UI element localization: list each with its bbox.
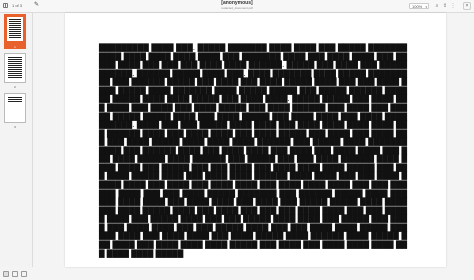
thumbnail-sidebar: 1 2 3 bbox=[0, 13, 33, 277]
document-subtitle: redacted_document.pdf bbox=[221, 6, 253, 10]
thumbnail-text-lines bbox=[8, 57, 22, 79]
thumbnail-view-button[interactable] bbox=[3, 271, 9, 277]
chevron-down-icon: ▾ bbox=[425, 5, 427, 9]
thumbnail-text-lines bbox=[8, 97, 22, 102]
zoom-select[interactable]: 100% ▾ bbox=[409, 3, 429, 9]
document-title-area: [anonymous] redacted_document.pdf bbox=[187, 1, 287, 11]
page-thumbnail-3[interactable] bbox=[4, 93, 26, 123]
redacted-body-text: █████████ ████ ███. █████ ███████ ████ █… bbox=[99, 43, 407, 258]
sidebar-view-controls bbox=[0, 267, 32, 280]
annotations-view-button[interactable] bbox=[21, 271, 27, 277]
pen-icon[interactable]: ✎ bbox=[34, 2, 39, 8]
close-icon[interactable]: × bbox=[463, 2, 471, 10]
scrollbar[interactable] bbox=[468, 13, 474, 267]
search-icon[interactable]: ⌕ bbox=[434, 3, 440, 9]
document-page: █████████ ████ ███. █████ ███████ ████ █… bbox=[65, 13, 446, 267]
thumbnail-label: 2 bbox=[14, 85, 16, 89]
outline-view-button[interactable] bbox=[12, 271, 18, 277]
share-icon[interactable]: ⇪ bbox=[442, 3, 448, 9]
thumbnail-label: 3 bbox=[14, 125, 16, 129]
page-indicator[interactable]: 1 of 3 bbox=[12, 4, 22, 8]
page-thumbnail-2[interactable] bbox=[4, 53, 26, 83]
zoom-value: 100% bbox=[412, 4, 423, 9]
thumbnail-text-lines bbox=[9, 19, 21, 39]
thumbnail-label: 1 bbox=[14, 45, 16, 49]
sidebar-toggle-button[interactable] bbox=[3, 3, 8, 8]
page-thumbnail-1[interactable] bbox=[4, 14, 26, 44]
more-icon[interactable]: ⋮ bbox=[450, 3, 456, 9]
toolbar: 1 of 3 ✎ [anonymous] redacted_document.p… bbox=[0, 0, 474, 13]
